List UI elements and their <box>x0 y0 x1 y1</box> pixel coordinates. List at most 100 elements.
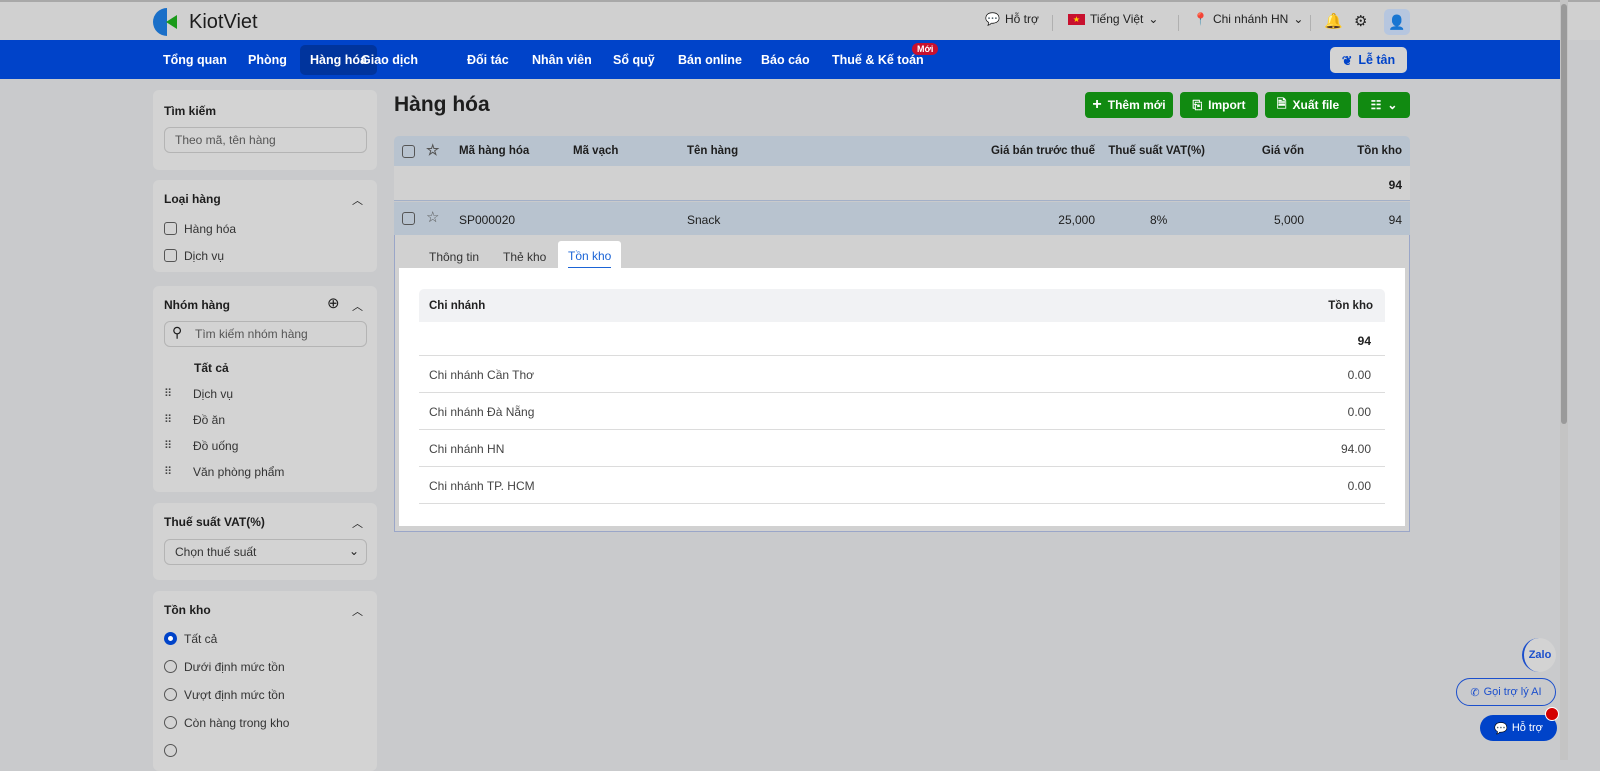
new-badge: Mới <box>912 43 939 55</box>
checkbox-hang-hoa[interactable] <box>164 222 177 235</box>
zalo-button[interactable]: Zalo <box>1522 638 1556 672</box>
group-all[interactable]: Tất cả <box>194 361 229 375</box>
stock-by-branch: Chi nhánh Tồn kho 94 Chi nhánh Cần Thơ 0.… <box>399 268 1405 526</box>
col-code[interactable]: Mã hàng hóa <box>459 145 529 157</box>
import-button[interactable]: ⎘ Import <box>1180 92 1258 118</box>
tab-the-kho[interactable]: Thẻ kho <box>503 250 546 264</box>
nav-nhan-vien[interactable]: Nhân viên <box>522 45 602 75</box>
col-cost[interactable]: Giá vốn <box>1262 145 1304 157</box>
import-file-icon: ⎘ <box>1192 97 1203 112</box>
branch-name: Chi nhánh Cần Thơ <box>429 368 535 382</box>
nav-so-quy[interactable]: Sổ quỹ <box>603 45 665 75</box>
radio-vuot-dinh-muc[interactable] <box>164 688 177 701</box>
branch-stock: 0.00 <box>1347 368 1371 382</box>
row-checkbox[interactable] <box>402 212 415 225</box>
drag-handle-icon[interactable]: ⠿ <box>164 465 172 478</box>
chevron-up-icon[interactable]: ︿ <box>352 515 363 531</box>
add-label: Thêm mới <box>1107 98 1166 112</box>
search-icon: ⚲ <box>172 324 183 340</box>
add-new-button[interactable]: + Thêm mới <box>1085 92 1173 118</box>
star-icon[interactable]: ☆ <box>426 141 439 159</box>
cell-code: SP000020 <box>459 213 516 227</box>
group-item[interactable]: Đồ uống <box>193 439 238 453</box>
col-barcode[interactable]: Mã vạch <box>573 145 618 157</box>
divider <box>1310 15 1311 31</box>
col-stock[interactable]: Tồn kho <box>1357 145 1402 157</box>
chat-icon: 💬 <box>985 12 1000 26</box>
col-branch-stock: Tồn kho <box>1328 300 1373 312</box>
chevron-up-icon[interactable]: ︿ <box>352 298 363 314</box>
radio-duoi-dinh-muc[interactable] <box>164 660 177 673</box>
radio-option[interactable] <box>164 744 177 757</box>
group-item[interactable]: Dịch vụ <box>193 387 233 401</box>
main-nav: Tổng quan Phòng Hàng hóa Giao dịch Đối t… <box>0 40 1560 79</box>
branch-row: Chi nhánh Cần Thơ 0.00 <box>419 356 1385 393</box>
drag-handle-icon[interactable]: ⠿ <box>164 413 172 426</box>
vat-title: Thuế suất VAT(%) <box>164 515 265 529</box>
support-chat-button[interactable]: 💬 Hỗ trợ <box>1480 715 1557 741</box>
support-chat-label: Hỗ trợ <box>1511 722 1543 734</box>
phone-plus-icon: ✆ <box>1470 686 1480 699</box>
checkbox-dich-vu[interactable] <box>164 249 177 262</box>
branch-total-row: 94 <box>419 322 1385 356</box>
tab-thong-tin[interactable]: Thông tin <box>429 250 479 264</box>
stock-panel: Tồn kho ︿ Tất cả Dưới định mức tồn Vượt đ… <box>153 591 377 771</box>
chevron-down-icon: ⌄ <box>1387 98 1398 112</box>
branch-row: Chi nhánh HN 94.00 <box>419 430 1385 467</box>
logo-mark-icon <box>153 8 183 36</box>
column-view-button[interactable]: ☷ ⌄ <box>1358 92 1410 118</box>
radio-con-hang[interactable] <box>164 716 177 729</box>
export-label: Xuất file <box>1292 98 1340 112</box>
option-label: Hàng hóa <box>184 222 237 236</box>
nav-doi-tac[interactable]: Đối tác <box>457 45 519 75</box>
support-link[interactable]: 💬 Hỗ trợ <box>985 12 1039 26</box>
nav-phong[interactable]: Phòng <box>238 45 297 75</box>
top-bar: KiotViet 💬 Hỗ trợ ★ Tiếng Việt ⌄ 📍 Chi nhánh… <box>0 0 1600 40</box>
reception-button[interactable]: ❦ Lễ tân <box>1330 47 1407 73</box>
nav-tong-quan[interactable]: Tổng quan <box>153 45 237 75</box>
col-name[interactable]: Tên hàng <box>687 145 738 157</box>
branch-stock: 0.00 <box>1347 405 1371 419</box>
ai-call-button[interactable]: ✆ Gọi trợ lý AI <box>1456 678 1556 706</box>
export-button[interactable]: 🗎 Xuất file <box>1265 92 1351 118</box>
user-avatar-icon[interactable]: 👤 <box>1384 9 1410 35</box>
language-select[interactable]: ★ Tiếng Việt ⌄ <box>1068 12 1158 26</box>
table-row[interactable]: ☆ SP000020 Snack 25,000 8% 5,000 94 <box>394 202 1410 235</box>
group-search-input[interactable]: Tìm kiếm nhóm hàng <box>164 321 367 347</box>
branch-name: Chi nhánh TP. HCM <box>429 479 535 493</box>
group-item[interactable]: Đồ ăn <box>193 413 225 427</box>
tab-ton-kho[interactable]: Tồn kho <box>558 241 622 269</box>
nav-bao-cao[interactable]: Báo cáo <box>751 45 820 75</box>
star-icon[interactable]: ☆ <box>426 208 439 226</box>
drag-handle-icon[interactable]: ⠿ <box>164 439 172 452</box>
support-label: Hỗ trợ <box>1004 12 1039 26</box>
select-all-checkbox[interactable] <box>402 145 415 158</box>
branch-label: Chi nhánh HN <box>1212 12 1289 26</box>
list-columns-icon: ☷ <box>1370 98 1382 112</box>
radio-tat-ca[interactable] <box>164 632 177 645</box>
col-price[interactable]: Giá bán trước thuế <box>991 145 1095 157</box>
col-vat[interactable]: Thuế suất VAT(%) <box>1108 145 1205 157</box>
ai-label: Gọi trợ lý AI <box>1483 686 1542 698</box>
cell-price: 25,000 <box>1058 213 1095 227</box>
add-circle-icon[interactable]: ⊕ <box>327 294 340 312</box>
search-input[interactable]: Theo mã, tên hàng <box>164 127 367 153</box>
vietnam-flag-icon: ★ <box>1068 13 1085 25</box>
gear-icon[interactable]: ⚙ <box>1354 12 1367 30</box>
chevron-up-icon[interactable]: ︿ <box>352 603 363 619</box>
chevron-down-icon: ⌄ <box>349 544 360 558</box>
vat-select[interactable]: Chọn thuế suất <box>164 539 367 565</box>
group-item[interactable]: Văn phòng phẩm <box>193 465 284 479</box>
drag-handle-icon[interactable]: ⠿ <box>164 387 172 400</box>
bell-icon[interactable]: 🔔 <box>1324 12 1343 30</box>
scrollbar-thumb[interactable] <box>1561 4 1567 424</box>
branch-total: 94 <box>1357 334 1371 348</box>
search-title: Tìm kiếm <box>164 104 217 118</box>
page-scrollbar[interactable] <box>1560 0 1568 760</box>
nav-giao-dich[interactable]: Giao dịch <box>351 45 428 75</box>
stock-title: Tồn kho <box>164 603 211 617</box>
nav-ban-online[interactable]: Bán online <box>668 45 752 75</box>
chevron-up-icon[interactable]: ︿ <box>352 192 363 208</box>
kiotviet-logo[interactable]: KiotViet <box>153 8 258 36</box>
branch-select[interactable]: 📍 Chi nhánh HN ⌄ <box>1193 12 1303 26</box>
